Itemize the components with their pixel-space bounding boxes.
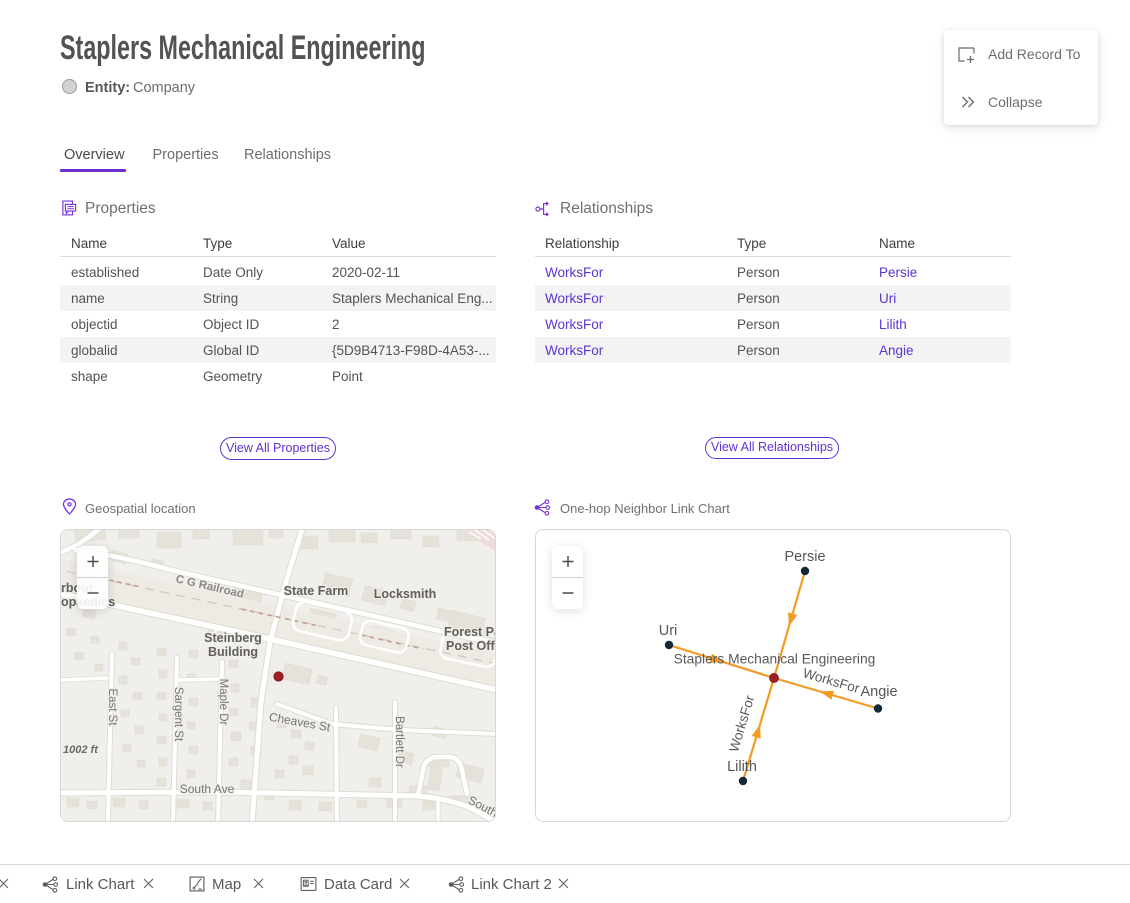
svg-text:East St: East St	[106, 688, 118, 726]
svg-text:Persie: Persie	[784, 549, 825, 565]
svg-text:Lilith: Lilith	[727, 759, 757, 775]
svg-text:Post Offic: Post Offic	[446, 639, 496, 653]
svg-text:Building: Building	[208, 645, 258, 659]
svg-text:State Farm: State Farm	[284, 584, 349, 598]
svg-text:Steinberg: Steinberg	[204, 631, 262, 645]
svg-text:Uri: Uri	[659, 623, 678, 639]
svg-text:South Ave: South Ave	[180, 782, 235, 796]
svg-text:Staplers Mechanical Engineerin: Staplers Mechanical Engineering	[674, 652, 876, 667]
svg-text:Sargent St: Sargent St	[172, 687, 184, 742]
svg-text:Angie: Angie	[860, 684, 897, 700]
svg-text:Locksmith: Locksmith	[374, 587, 437, 601]
svg-text:Bartlett Dr: Bartlett Dr	[393, 716, 405, 768]
svg-text:WorksFor: WorksFor	[726, 693, 757, 754]
svg-text:1002 ft: 1002 ft	[63, 744, 99, 756]
svg-text:Forest Par: Forest Par	[444, 625, 496, 639]
svg-text:Maple Dr: Maple Dr	[217, 679, 229, 726]
